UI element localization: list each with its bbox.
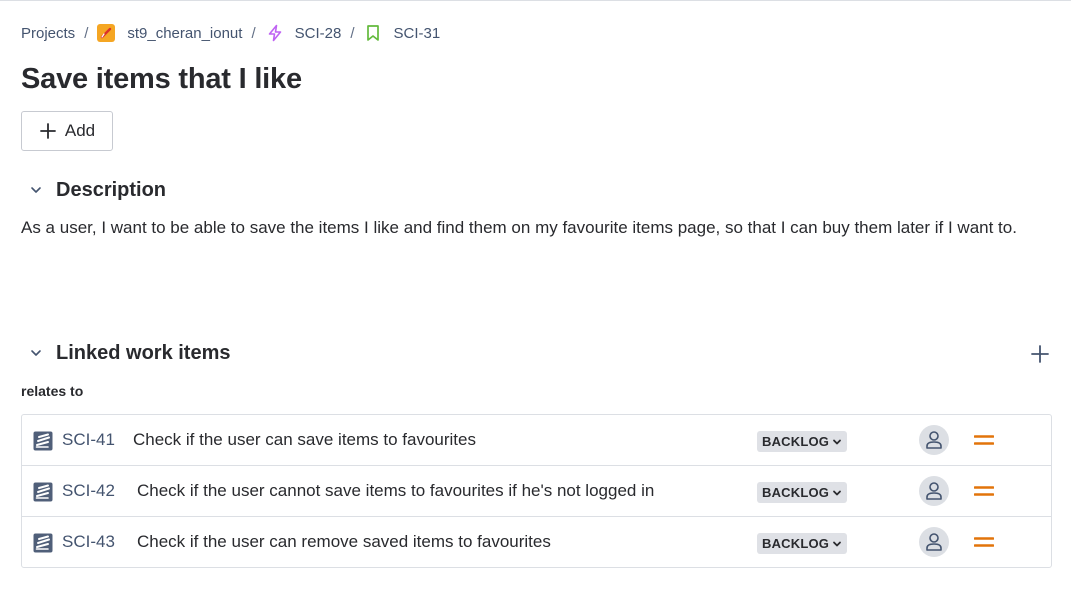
page-title[interactable]: Save items that I like — [21, 63, 302, 96]
status-label: BACKLOG — [762, 485, 830, 500]
linked-items-heading: Linked work items — [56, 341, 231, 364]
relation-label: relates to — [21, 383, 84, 399]
add-linked-item-button[interactable] — [1027, 341, 1053, 367]
item-summary[interactable]: Check if the user cannot save items to f… — [137, 481, 654, 501]
chevron-down-icon — [833, 541, 842, 546]
breadcrumb-issue-label: SCI-31 — [393, 24, 441, 42]
subtask-icon — [33, 431, 53, 451]
chevron-down-icon — [833, 439, 842, 444]
breadcrumb-separator: / — [251, 24, 256, 42]
breadcrumb-separator: / — [84, 24, 89, 42]
chevron-down-icon — [27, 181, 45, 199]
status-dropdown[interactable]: BACKLOG — [757, 431, 848, 452]
assignee-avatar[interactable] — [919, 476, 949, 506]
breadcrumb-projects[interactable]: Projects — [21, 25, 75, 42]
item-key[interactable]: SCI-43 — [62, 532, 115, 552]
add-button[interactable]: Add — [21, 111, 113, 151]
list-item[interactable]: SCI-43 Check if the user can remove save… — [22, 517, 1051, 567]
subtask-icon — [33, 533, 53, 553]
list-item[interactable]: SCI-42 Check if the user cannot save ite… — [22, 466, 1051, 517]
status-label: BACKLOG — [762, 536, 830, 551]
project-icon — [97, 24, 116, 42]
item-key[interactable]: SCI-41 — [62, 430, 115, 450]
item-summary[interactable]: Check if the user can remove saved items… — [137, 532, 551, 552]
priority-medium-icon — [973, 431, 995, 449]
chevron-down-icon — [27, 344, 45, 362]
story-bookmark-icon — [363, 23, 383, 43]
item-key[interactable]: SCI-42 — [62, 481, 115, 501]
user-icon — [926, 482, 942, 500]
priority-medium-icon — [973, 482, 995, 500]
user-icon — [926, 533, 942, 551]
linked-items-toggle[interactable]: Linked work items — [27, 340, 231, 366]
subtask-icon — [33, 482, 53, 502]
chevron-down-icon — [833, 490, 842, 495]
breadcrumb-project-label: st9_cheran_ionut — [127, 24, 243, 42]
add-button-label: Add — [64, 121, 96, 140]
breadcrumb-project[interactable]: st9_cheran_ionut — [97, 24, 242, 42]
description-toggle[interactable]: Description — [27, 177, 166, 203]
linked-items-list: SCI-41 Check if the user can save items … — [21, 414, 1052, 568]
assignee-avatar[interactable] — [919, 425, 949, 455]
description-text[interactable]: As a user, I want to be able to save the… — [21, 213, 1041, 242]
item-summary[interactable]: Check if the user can save items to favo… — [133, 430, 476, 450]
description-heading: Description — [56, 178, 167, 201]
breadcrumb-separator: / — [350, 24, 355, 42]
priority-medium-icon — [973, 533, 995, 551]
status-dropdown[interactable]: BACKLOG — [757, 533, 848, 554]
breadcrumb-epic-label: SCI-28 — [294, 24, 342, 42]
breadcrumb-epic[interactable]: SCI-28 — [265, 23, 342, 43]
status-label: BACKLOG — [762, 434, 830, 449]
breadcrumb-issue[interactable]: SCI-31 — [363, 23, 440, 43]
user-icon — [926, 431, 942, 449]
status-dropdown[interactable]: BACKLOG — [757, 482, 848, 503]
epic-icon — [265, 23, 285, 43]
assignee-avatar[interactable] — [919, 527, 949, 557]
plus-icon — [39, 123, 56, 139]
plus-icon — [1031, 345, 1049, 363]
breadcrumb: Projects / st9_cheran_ionut / SCI-28 / S… — [21, 21, 440, 45]
list-item[interactable]: SCI-41 Check if the user can save items … — [22, 415, 1051, 466]
